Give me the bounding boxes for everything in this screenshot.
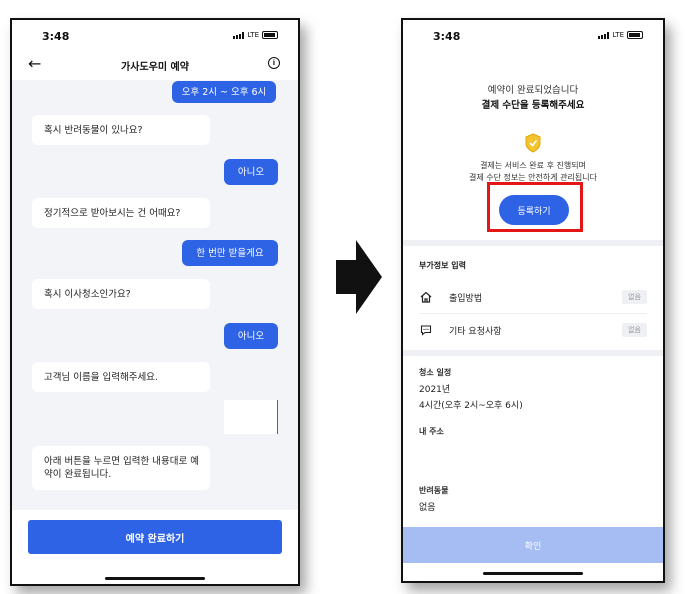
- status-badge: 없음: [622, 323, 647, 337]
- extra-info-title: 부가정보 입력: [419, 261, 466, 270]
- user-message: 아니오: [224, 159, 278, 185]
- home-indicator: [483, 572, 583, 575]
- section-divider: [403, 240, 663, 246]
- flow-arrow-icon: [336, 240, 382, 314]
- confirm-button[interactable]: 확인: [403, 527, 663, 563]
- user-message: 아니오: [224, 323, 278, 349]
- pet-value: 없음: [419, 503, 436, 513]
- status-icons: LTE: [598, 31, 643, 39]
- bot-message: 아래 버튼을 누르면 입력한 내용대로 예약이 완료됩니다.: [32, 446, 210, 490]
- payment-screen: 3:48 LTE 예약이 완료되었습니다 결제 수단을 등록해주세요 결제는 서…: [401, 18, 665, 583]
- status-time: 3:48: [42, 30, 70, 43]
- reservation-complete-section: 예약이 완료되었습니다 결제 수단을 등록해주세요 결제는 서비스 완료 후 진…: [403, 52, 663, 240]
- complete-message: 예약이 완료되었습니다: [487, 85, 579, 96]
- schedule-time: 4시간(오후 2시~오후 6시): [419, 401, 523, 411]
- shield-icon: [525, 133, 541, 153]
- network-label: LTE: [612, 31, 624, 39]
- chat-header: ← 가사도우미 예약 i: [12, 52, 298, 80]
- status-bar: 3:48 LTE: [12, 20, 298, 52]
- name-input-bubble[interactable]: [224, 400, 278, 434]
- chat-area[interactable]: 오후 2시 ~ 오후 6시 혹시 반려동물이 있나요? 아니오 정기적으로 받아…: [12, 80, 298, 510]
- row-label: 출입방법: [449, 293, 483, 304]
- signal-icon: [598, 31, 610, 39]
- register-prompt: 결제 수단을 등록해주세요: [481, 100, 585, 111]
- complete-reservation-button[interactable]: 예약 완료하기: [28, 520, 282, 554]
- bot-message: 고객님 이름을 입력해주세요.: [32, 362, 210, 392]
- home-icon: [419, 290, 433, 304]
- status-icons: LTE: [233, 31, 278, 39]
- highlight-box: [487, 182, 583, 232]
- row-entry-method[interactable]: 출입방법 없음: [419, 282, 647, 312]
- row-divider: [419, 313, 647, 314]
- battery-icon: [262, 31, 278, 39]
- payment-note-1: 결제는 서비스 완료 후 진행되며: [480, 161, 586, 170]
- bottom-bar: 예약 완료하기: [12, 510, 298, 584]
- user-message: 한 번만 받을게요: [182, 240, 278, 266]
- bot-message: 혹시 이사청소인가요?: [32, 279, 210, 309]
- user-message: 오후 2시 ~ 오후 6시: [172, 81, 276, 103]
- info-icon[interactable]: i: [268, 57, 280, 69]
- schedule-label: 청소 일정: [419, 368, 452, 377]
- section-divider: [403, 350, 663, 356]
- status-bar: 3:48 LTE: [403, 20, 663, 52]
- status-time: 3:48: [433, 30, 461, 43]
- message-icon: [419, 323, 433, 337]
- row-other-requests[interactable]: 기타 요청사항 없음: [419, 315, 647, 345]
- bot-message: 혹시 반려동물이 있나요?: [32, 115, 210, 145]
- status-badge: 없음: [622, 290, 647, 304]
- battery-icon: [627, 31, 643, 39]
- schedule-year: 2021년: [419, 385, 451, 395]
- pet-label: 반려동물: [419, 486, 449, 495]
- row-label: 기타 요청사항: [449, 326, 502, 337]
- network-label: LTE: [247, 31, 259, 39]
- chat-screen: 3:48 LTE ← 가사도우미 예약 i 오후 2시 ~ 오후 6시 혹시 반…: [10, 18, 300, 586]
- signal-icon: [233, 31, 245, 39]
- address-label: 내 주소: [419, 427, 444, 436]
- home-indicator: [105, 577, 205, 580]
- bot-message: 정기적으로 받아보시는 건 어때요?: [32, 198, 210, 228]
- page-title: 가사도우미 예약: [121, 62, 189, 73]
